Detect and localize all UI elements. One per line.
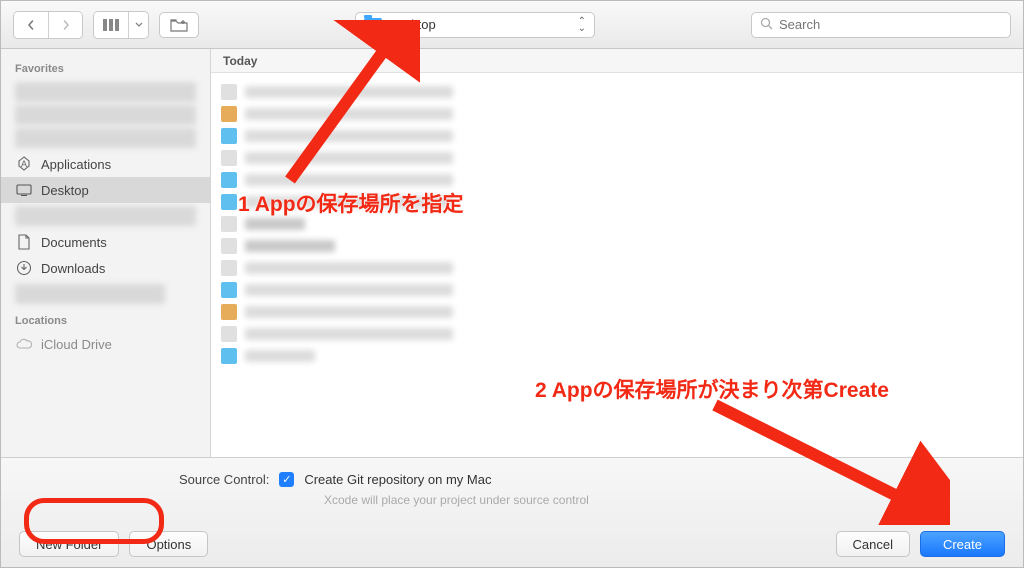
list-item[interactable]	[221, 301, 453, 323]
documents-icon	[15, 234, 33, 250]
source-control-row: Source Control: ✓ Create Git repository …	[19, 472, 1005, 487]
applications-icon: A	[15, 156, 33, 172]
sidebar-item-redacted[interactable]	[15, 128, 196, 148]
git-checkbox-label: Create Git repository on my Mac	[304, 472, 491, 487]
sidebar-item-redacted[interactable]	[15, 82, 196, 102]
sidebar-item-label: Downloads	[41, 261, 105, 276]
source-control-label: Source Control:	[179, 472, 269, 487]
sidebar-item-desktop[interactable]: Desktop	[1, 177, 210, 203]
sidebar-item-label: Applications	[41, 157, 111, 172]
git-checkbox[interactable]: ✓	[279, 472, 294, 487]
sidebar-item-icloud[interactable]: iCloud Drive	[1, 331, 210, 357]
source-control-help: Xcode will place your project under sour…	[19, 493, 1005, 525]
folder-icon	[364, 18, 382, 32]
forward-button[interactable]	[48, 12, 82, 38]
new-folder-button[interactable]: New Folder	[19, 531, 119, 557]
sidebar-item-label: Documents	[41, 235, 107, 250]
view-dropdown-button[interactable]	[128, 12, 148, 38]
svg-text:A: A	[21, 159, 27, 169]
sidebar: Favorites A Applications Desktop	[1, 49, 211, 457]
bottom-panel: Source Control: ✓ Create Git repository …	[1, 457, 1023, 567]
list-item[interactable]	[221, 279, 453, 301]
sidebar-item-downloads[interactable]: Downloads	[1, 255, 210, 281]
column-header-label: Today	[223, 54, 257, 68]
list-item[interactable]	[221, 213, 453, 235]
updown-icon: ⌃⌄	[578, 18, 586, 32]
file-browser: Today	[211, 49, 1023, 457]
button-row: New Folder Options Cancel Create	[19, 531, 1005, 557]
list-item[interactable]	[221, 81, 453, 103]
sidebar-item-documents[interactable]: Documents	[1, 229, 210, 255]
downloads-icon	[15, 260, 33, 276]
toolbar: Desktop ⌃⌄	[1, 1, 1023, 49]
search-field-wrap[interactable]	[751, 12, 1011, 38]
search-icon	[760, 17, 773, 33]
list-item[interactable]	[221, 191, 453, 213]
sidebar-item-redacted[interactable]	[15, 284, 165, 304]
sidebar-item-redacted[interactable]	[15, 105, 196, 125]
cancel-button[interactable]: Cancel	[836, 531, 910, 557]
locations-heading: Locations	[1, 307, 210, 331]
create-button[interactable]: Create	[920, 531, 1005, 557]
list-item[interactable]	[221, 125, 453, 147]
nav-group	[13, 11, 83, 39]
view-mode-group	[93, 11, 149, 39]
sidebar-item-applications[interactable]: A Applications	[1, 151, 210, 177]
list-item[interactable]	[221, 169, 453, 191]
file-list[interactable]	[211, 73, 463, 457]
new-folder-toolbar-button[interactable]	[159, 12, 199, 38]
list-item[interactable]	[221, 147, 453, 169]
list-item[interactable]	[221, 323, 453, 345]
cloud-icon	[15, 338, 33, 350]
sidebar-item-redacted[interactable]	[15, 206, 196, 226]
options-button[interactable]: Options	[129, 531, 208, 557]
back-button[interactable]	[14, 12, 48, 38]
search-input[interactable]	[779, 17, 1002, 32]
sidebar-item-label: Desktop	[41, 183, 89, 198]
location-label: Desktop	[388, 17, 436, 32]
view-columns-button[interactable]	[94, 12, 128, 38]
location-dropdown[interactable]: Desktop ⌃⌄	[355, 12, 595, 38]
sidebar-item-label: iCloud Drive	[41, 337, 112, 352]
favorites-heading: Favorites	[1, 55, 210, 79]
list-item[interactable]	[221, 257, 453, 279]
list-item[interactable]	[221, 103, 453, 125]
body: Favorites A Applications Desktop	[1, 49, 1023, 457]
desktop-icon	[15, 184, 33, 196]
save-dialog-window: Desktop ⌃⌄ Favorites A Applications	[0, 0, 1024, 568]
list-item[interactable]	[221, 345, 453, 367]
column-header: Today	[211, 49, 1023, 73]
list-item[interactable]	[221, 235, 453, 257]
